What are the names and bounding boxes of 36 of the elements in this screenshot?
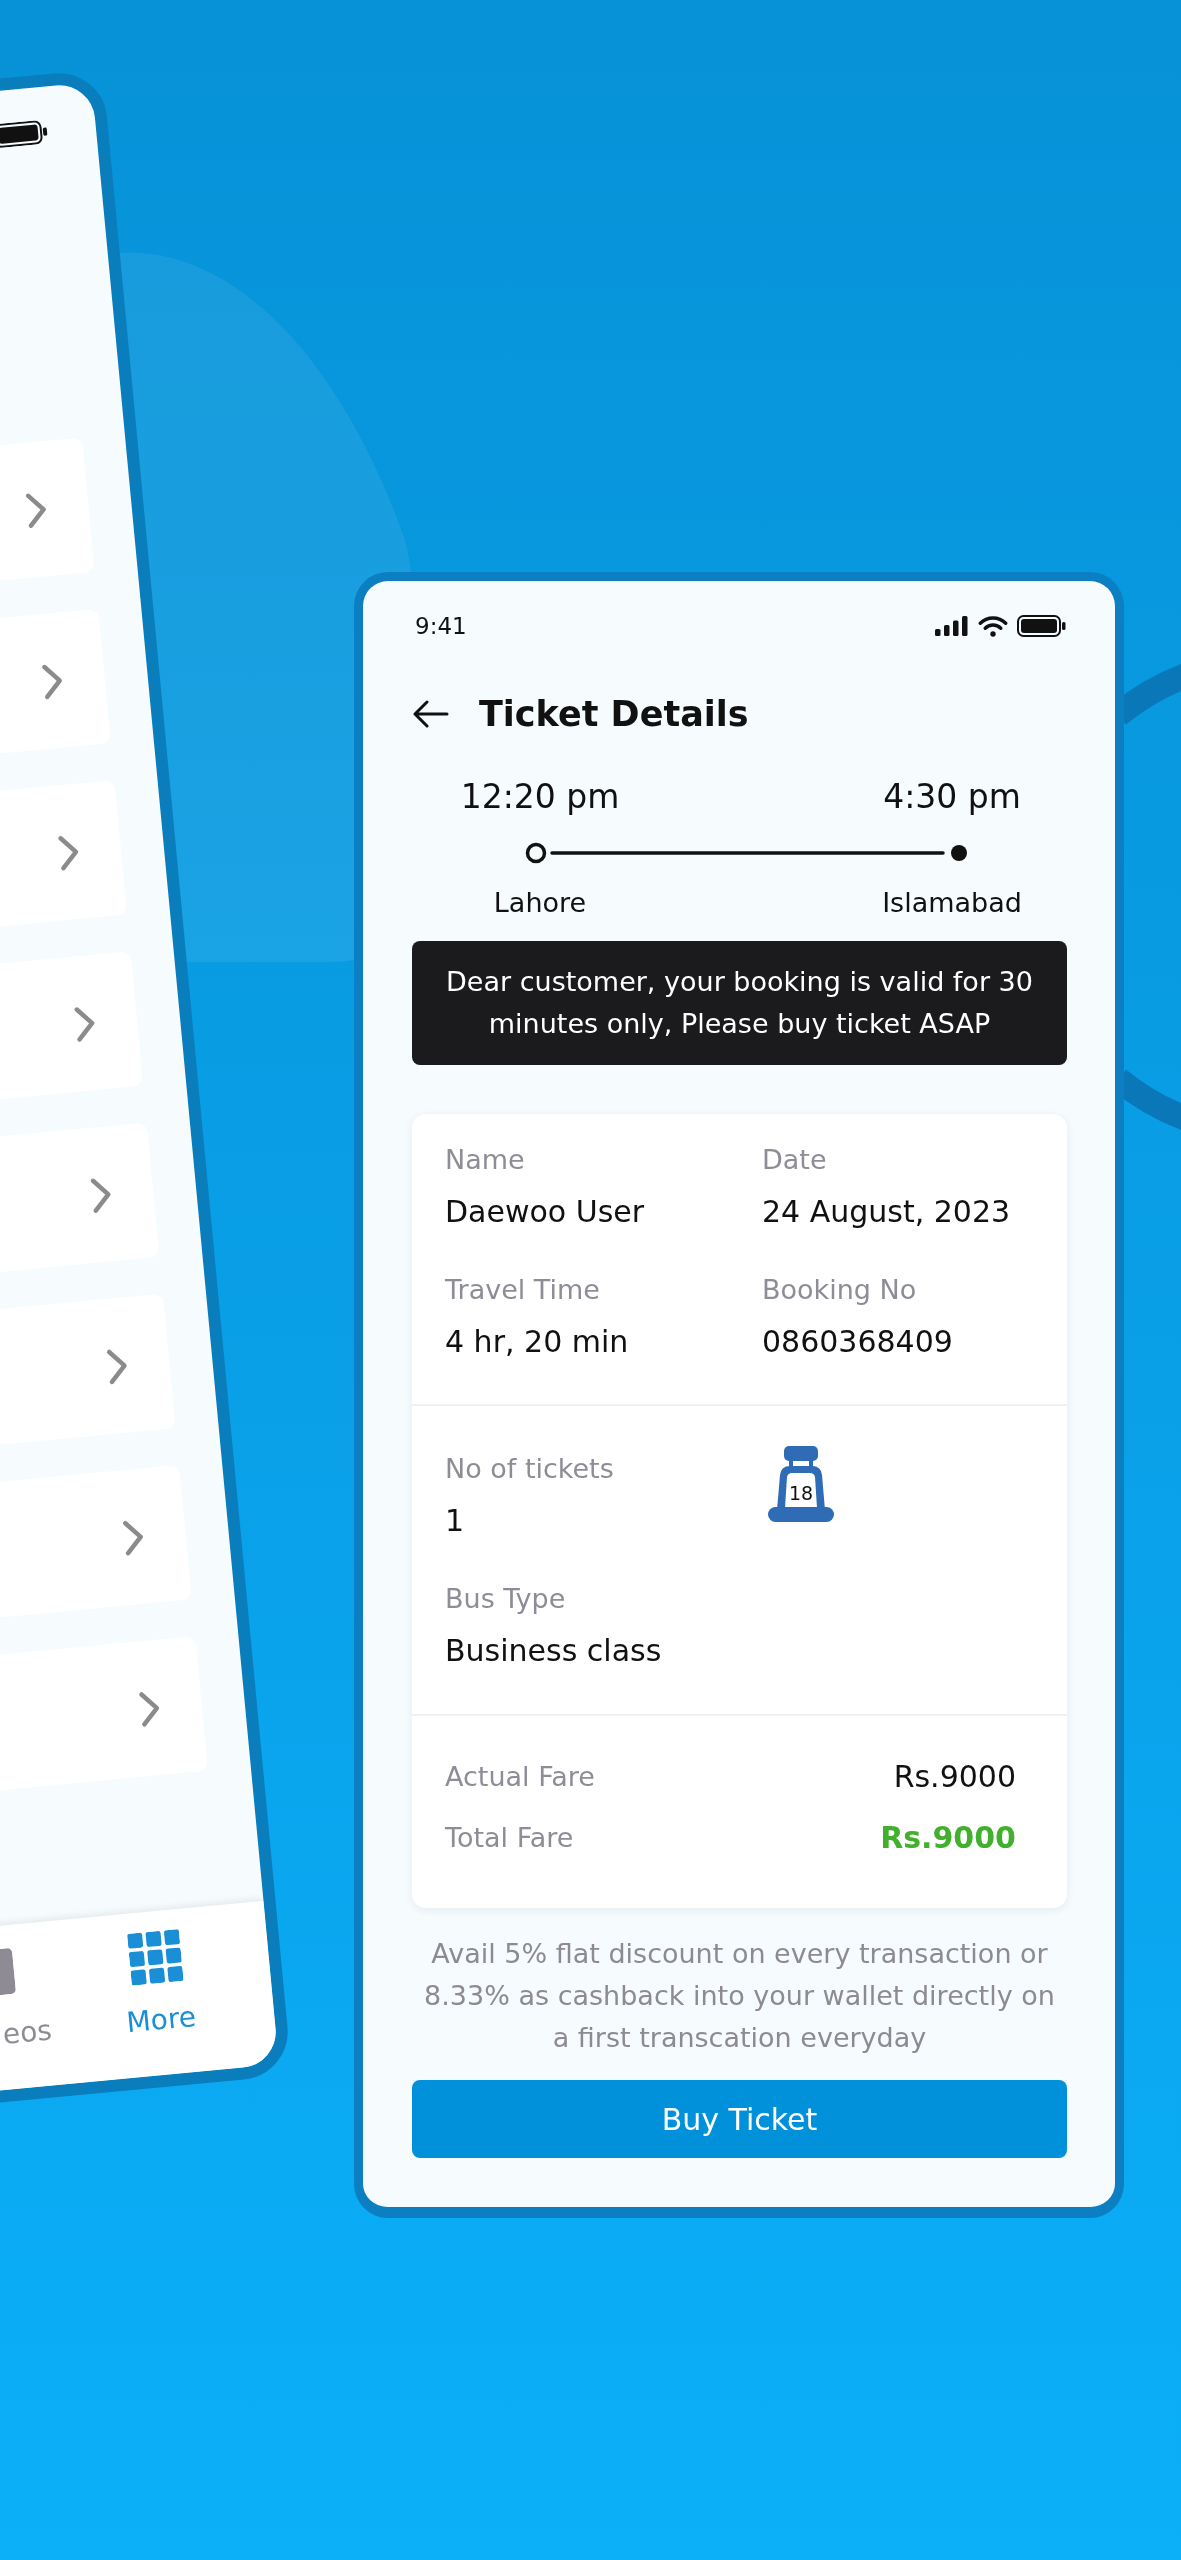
field-value: Daewoo User — [445, 1193, 645, 1231]
destination-city: Islamabad — [882, 887, 1022, 918]
field-label: Travel Time — [445, 1273, 600, 1307]
field-label: Name — [445, 1143, 525, 1177]
notice-banner: Dear customer, your booking is valid for 30 minutes only, Please buy ticket ASAP — [412, 941, 1067, 1065]
origin-marker-icon — [525, 842, 547, 864]
field-value: 4 hr, 20 min — [445, 1323, 629, 1361]
arrival-time: 4:30 pm — [883, 777, 1021, 816]
buy-ticket-button[interactable]: Buy Ticket — [412, 2080, 1067, 2158]
screen-title: Ticket Details — [479, 693, 749, 736]
departure-time: 12:20 pm — [460, 777, 620, 816]
seat-number: 18 — [788, 1481, 814, 1505]
fare-label: Total Fare — [445, 1821, 574, 1855]
fare-label: Actual Fare — [445, 1760, 595, 1794]
status-time: 9:41 — [415, 612, 467, 640]
wifi-icon — [978, 615, 1008, 637]
nav-tab[interactable]: eos — [0, 1941, 54, 2059]
nav-tab[interactable]: More — [93, 1925, 223, 2043]
field-label: No of tickets — [445, 1452, 614, 1486]
offer-text: Avail 5% flat discount on every transaction or 8.33% as cashback into your wallet directly on a first transcation everyday — [423, 1937, 1056, 2055]
field-label: Date — [762, 1143, 827, 1177]
field-value: 1 — [445, 1502, 465, 1540]
fare-value: Rs.9000 — [893, 1758, 1016, 1796]
field-value: Business class — [445, 1632, 662, 1670]
destination-marker-icon — [951, 845, 967, 861]
field-label: Booking No — [762, 1273, 917, 1307]
field-value: 24 August, 2023 — [762, 1193, 1011, 1231]
battery-icon — [1017, 615, 1067, 637]
signal-icon — [935, 616, 969, 636]
back-icon[interactable] — [412, 700, 449, 728]
grid-icon — [127, 1929, 184, 1986]
field-label: Bus Type — [445, 1582, 566, 1616]
battery-icon — [0, 119, 50, 149]
total-fare-value: Rs.9000 — [880, 1819, 1016, 1857]
field-value: 0860368409 — [762, 1323, 953, 1361]
origin-city: Lahore — [493, 887, 587, 918]
